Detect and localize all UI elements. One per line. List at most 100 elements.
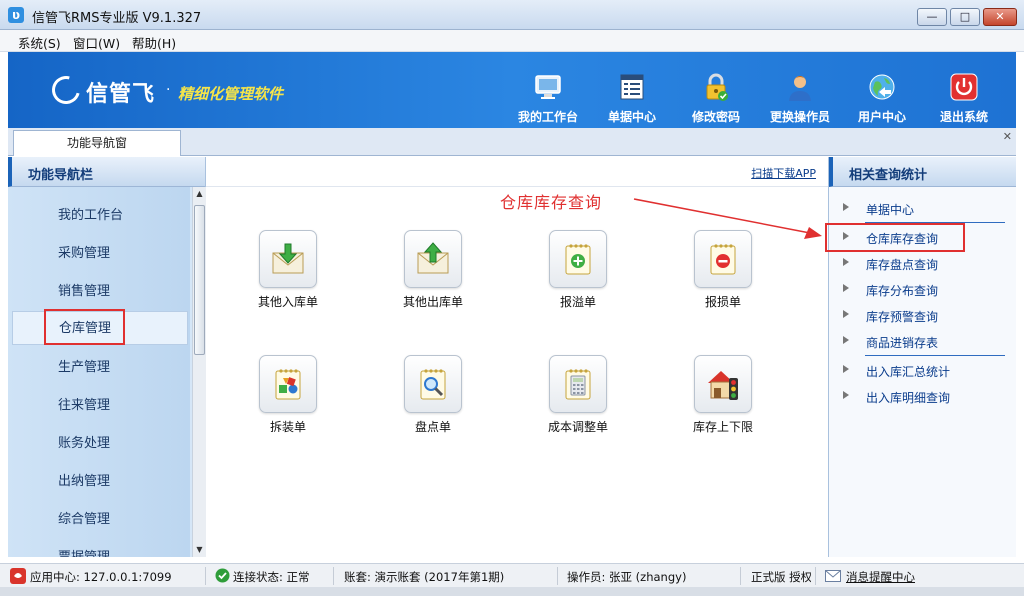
tile-other-outbound[interactable]: 其他出库单 — [383, 230, 483, 340]
status-operator: 操作员: 张亚 (zhangy) — [567, 570, 687, 584]
shapes-notepad-icon — [275, 369, 301, 400]
tab-strip: 功能导航窗 ✕ — [8, 128, 1016, 156]
query-stock-distribution[interactable]: 库存分布查询 — [829, 278, 1017, 302]
query-label[interactable]: 出入库汇总统计 — [866, 363, 950, 380]
toolbar-exit-button[interactable]: 退出系统 — [924, 72, 1004, 124]
tile-cost-adjustment[interactable]: 成本调整单 — [528, 355, 628, 465]
bottom-strip — [0, 587, 1024, 596]
highlight-box — [44, 309, 125, 345]
toolbar-user-center-button[interactable]: 用户中心 — [842, 72, 922, 124]
scroll-thumb[interactable] — [194, 205, 205, 355]
nav-scrollbar[interactable]: ▲ ▼ — [192, 187, 206, 557]
scroll-up-icon[interactable]: ▲ — [193, 187, 206, 201]
status-app-center: 应用中心: 127.0.0.1:7099 — [30, 570, 172, 584]
toolbar-document-center-button[interactable]: 单据中心 — [592, 72, 672, 124]
tile-label: 报溢单 — [559, 295, 596, 309]
query-label[interactable]: 商品进销存表 — [866, 334, 938, 351]
query-io-detail[interactable]: 出入库明细查询 — [829, 385, 1017, 409]
tile-other-inbound[interactable]: 其他入库单 — [238, 230, 338, 340]
query-stock-warning[interactable]: 库存预警查询 — [829, 304, 1017, 328]
status-account: 账套: 演示账套 (2017年第1期) — [344, 570, 505, 584]
lock-icon — [706, 73, 728, 101]
left-panel-title: 功能导航栏 — [28, 168, 94, 183]
message-center-link[interactable]: 消息提醒中心 — [846, 569, 915, 585]
nav-item-purchase[interactable]: 采购管理 — [8, 237, 190, 271]
toolbar-change-password-button[interactable]: 修改密码 — [676, 72, 756, 124]
nav-item-production[interactable]: 生产管理 — [8, 351, 190, 385]
maximize-button[interactable]: □ — [950, 8, 980, 26]
query-label[interactable]: 单据中心 — [866, 201, 914, 218]
tile-label: 拆装单 — [269, 420, 306, 434]
divider — [815, 567, 816, 585]
tile-label: 成本调整单 — [547, 420, 608, 434]
nav-item-cashier[interactable]: 出纳管理 — [8, 465, 190, 499]
main-content: 扫描下载APP 仓库库存查询 其他入库单 其他出库单 报溢单 报损单 拆装单 盘… — [206, 157, 828, 557]
nav-item-general[interactable]: 综合管理 — [8, 503, 190, 537]
toolbar-label: 我的工作台 — [517, 110, 578, 124]
query-document-center[interactable]: 单据中心 — [829, 197, 1017, 221]
inbound-envelope-icon — [272, 243, 304, 274]
divider — [740, 567, 741, 585]
app-center-icon — [10, 568, 26, 584]
toolbar-label: 修改密码 — [691, 110, 740, 124]
divider — [557, 567, 558, 585]
tile-disassembly[interactable]: 拆装单 — [238, 355, 338, 465]
notepad-stop-icon — [710, 244, 736, 275]
title-bar: ʋ 信管飞RMS专业版 V9.1.327 — □ ✕ — [0, 0, 1024, 30]
minimize-button[interactable]: — — [917, 8, 947, 26]
right-panel-title: 相关查询统计 — [849, 168, 928, 183]
right-query-panel: 相关查询统计 单据中心 仓库库存查询 库存盘点查询 库存分布查询 库存预警查询 … — [825, 157, 1017, 557]
tab-function-navigator[interactable]: 功能导航窗 — [13, 130, 181, 156]
tile-label: 其他入库单 — [257, 295, 318, 309]
toolbar-change-operator-button[interactable]: 更换操作员 — [760, 72, 840, 124]
divider — [865, 355, 1005, 356]
scan-download-app-link[interactable]: 扫描下载APP — [751, 165, 816, 181]
close-button[interactable]: ✕ — [983, 8, 1017, 26]
menu-window[interactable]: 窗口(W) — [73, 33, 120, 52]
scroll-down-icon[interactable]: ▼ — [193, 543, 206, 557]
menu-system[interactable]: 系统(S) — [18, 33, 61, 52]
tile-overflow-report[interactable]: 报溢单 — [528, 230, 628, 340]
nav-list: 我的工作台 采购管理 销售管理 仓库管理 生产管理 往来管理 账务处理 出纳管理… — [8, 187, 190, 557]
toolbar-label: 更换操作员 — [769, 110, 830, 124]
query-label[interactable]: 库存预警查询 — [866, 308, 938, 325]
triangle-right-icon — [843, 258, 849, 266]
query-label[interactable]: 库存盘点查询 — [866, 256, 938, 273]
nav-item-sales[interactable]: 销售管理 — [8, 275, 190, 309]
tile-stock-limits[interactable]: 库存上下限 — [673, 355, 773, 465]
menu-help[interactable]: 帮助(H) — [132, 33, 176, 52]
toolbar-label: 退出系统 — [939, 110, 988, 124]
toolbar-label: 单据中心 — [607, 110, 656, 124]
power-icon — [950, 73, 978, 101]
nav-item-my-workbench[interactable]: 我的工作台 — [8, 199, 190, 233]
divider — [205, 567, 206, 585]
menu-bar: 系统(S) 窗口(W) 帮助(H) — [0, 30, 1024, 52]
document-list-icon — [620, 74, 644, 100]
highlight-box — [825, 223, 965, 252]
monitor-icon — [535, 75, 561, 99]
nav-item-accounts[interactable]: 往来管理 — [8, 389, 190, 423]
triangle-right-icon — [843, 203, 849, 211]
outbound-envelope-icon — [417, 242, 449, 274]
query-inventory-report[interactable]: 商品进销存表 — [829, 330, 1017, 354]
query-io-summary[interactable]: 出入库汇总统计 — [829, 359, 1017, 383]
tile-label: 其他出库单 — [402, 295, 463, 309]
nav-item-bills[interactable]: 票据管理 — [8, 541, 190, 557]
divider — [333, 567, 334, 585]
nav-item-bookkeeping[interactable]: 账务处理 — [8, 427, 190, 461]
notepad-plus-icon — [565, 244, 591, 275]
query-label[interactable]: 出入库明细查询 — [866, 389, 950, 406]
query-label[interactable]: 库存分布查询 — [866, 282, 938, 299]
tile-loss-report[interactable]: 报损单 — [673, 230, 773, 340]
brand-dot: · — [166, 82, 171, 98]
status-edition: 正式版 授权 — [751, 570, 811, 584]
tile-stocktake[interactable]: 盘点单 — [383, 355, 483, 465]
triangle-right-icon — [843, 284, 849, 292]
toolbar-my-workbench-button[interactable]: 我的工作台 — [508, 72, 588, 124]
query-stocktake[interactable]: 库存盘点查询 — [829, 252, 1017, 276]
tile-label: 库存上下限 — [692, 420, 753, 434]
left-nav-panel: 功能导航栏 我的工作台 采购管理 销售管理 仓库管理 生产管理 往来管理 账务处… — [8, 157, 206, 557]
left-panel-header: 功能导航栏 — [8, 157, 205, 187]
brand-logo-icon — [46, 70, 86, 110]
close-icon[interactable]: ✕ — [1003, 130, 1012, 143]
